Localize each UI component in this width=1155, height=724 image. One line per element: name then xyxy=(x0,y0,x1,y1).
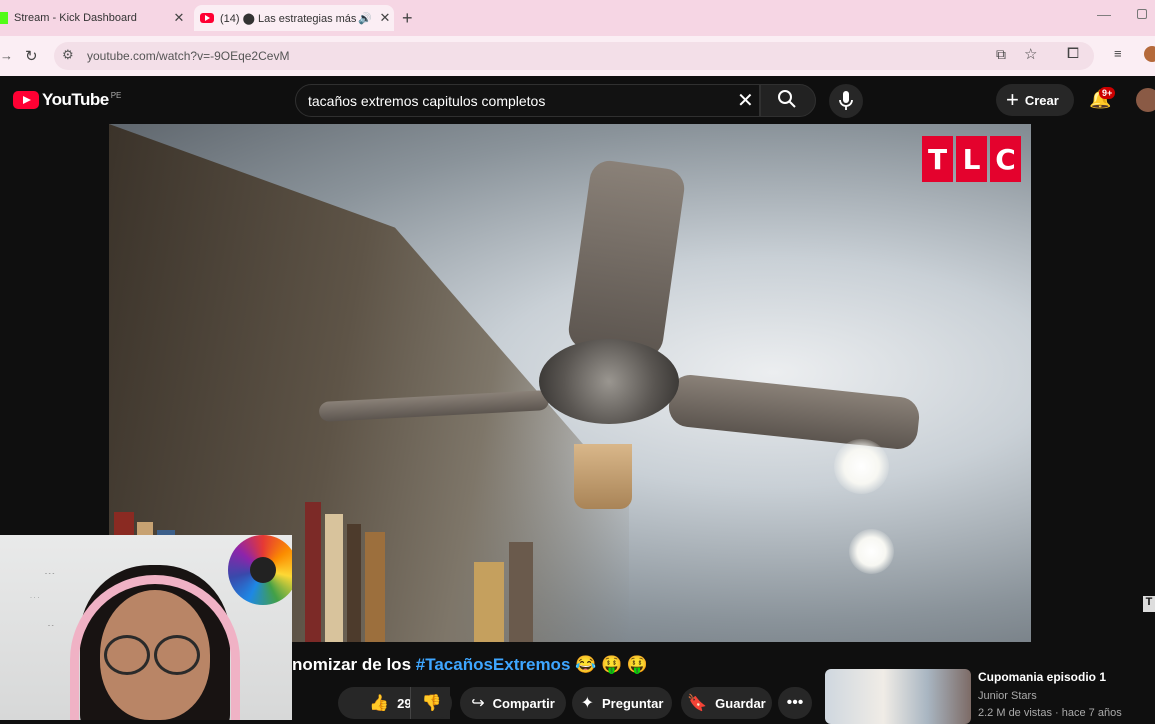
ask-label: Preguntar xyxy=(602,695,664,711)
browser-profile-avatar[interactable] xyxy=(1144,46,1155,62)
reload-icon[interactable]: ↻ xyxy=(25,47,38,65)
video-title: nomizar de los #TacañosExtremos 😂 🤑 🤑 xyxy=(292,655,648,675)
share-icon: ↪ xyxy=(471,695,485,712)
bookmark-icon: 🔖 xyxy=(687,695,708,712)
tab-label: Stream - Kick Dashboard xyxy=(14,12,137,24)
create-label: Crear xyxy=(1024,92,1059,108)
more-icon: ••• xyxy=(786,694,804,711)
fan-hub xyxy=(539,339,679,424)
speaker-icon[interactable]: 🔊 xyxy=(358,12,372,25)
sparkle-icon: ✦ xyxy=(580,695,594,712)
tlc-letter: L xyxy=(956,136,987,182)
save-button[interactable]: 🔖 Guardar xyxy=(681,687,772,719)
recommendation-meta: 2.2 M de vistas · hace 7 años xyxy=(978,707,1122,719)
book xyxy=(305,502,321,642)
fan-blade xyxy=(666,373,922,451)
share-button[interactable]: ↪ Compartir xyxy=(460,687,566,719)
title-text: nomizar de los xyxy=(292,655,416,674)
clear-search-icon[interactable]: ✕ xyxy=(737,88,754,113)
fan-lamp xyxy=(574,444,632,509)
country-code: PE xyxy=(110,90,122,100)
extensions-icon[interactable]: ⧠ xyxy=(1067,45,1079,62)
bookmark-star-icon[interactable]: ☆ xyxy=(1024,45,1037,63)
ask-button[interactable]: ✦ Preguntar xyxy=(572,687,672,719)
notification-count-badge: 9+ xyxy=(1099,87,1116,99)
site-info-icon[interactable]: ⚙ xyxy=(62,47,74,63)
avatar[interactable] xyxy=(1136,88,1155,112)
color-wheel xyxy=(228,535,292,605)
webcam-overlay: - - - · · · - - xyxy=(0,535,292,720)
fan-blade xyxy=(566,158,687,360)
tab-kick-dashboard[interactable]: Stream - Kick Dashboard ✕ xyxy=(0,5,188,31)
media-control-icon[interactable]: ≡ xyxy=(1114,46,1122,61)
spotlight xyxy=(834,439,889,494)
tab-youtube[interactable]: (14) ⬤ Las estrategias más 🔊 ✕ xyxy=(194,5,394,31)
book xyxy=(365,532,385,642)
book xyxy=(325,514,343,642)
tlc-logo: T L C xyxy=(922,136,1021,182)
recommendation-channel[interactable]: Junior Stars xyxy=(978,690,1037,702)
share-label: Compartir xyxy=(492,695,555,711)
thumbs-up-icon: 👍 xyxy=(369,695,390,712)
search-icon[interactable] xyxy=(777,89,797,114)
tlc-letter: T xyxy=(922,136,953,182)
book xyxy=(347,524,361,642)
dislike-button[interactable]: 👎 xyxy=(410,687,452,719)
wall-note: - - - xyxy=(45,571,55,577)
back-icon[interactable]: → xyxy=(0,48,13,63)
install-app-icon[interactable]: ⧉ xyxy=(996,46,1006,63)
minimize-icon[interactable]: — xyxy=(1097,6,1111,22)
youtube-logo[interactable]: YouTube PE xyxy=(13,90,121,110)
youtube-favicon-icon xyxy=(200,13,214,23)
recommendation-thumbnail[interactable] xyxy=(825,669,971,724)
save-label: Guardar xyxy=(715,695,766,711)
more-actions-button[interactable]: ••• xyxy=(778,687,812,719)
create-button[interactable]: + Crear xyxy=(996,84,1074,116)
microphone-icon[interactable] xyxy=(838,90,854,112)
plus-icon: + xyxy=(1006,87,1019,112)
recommendation-title[interactable]: Cupomania episodio 1 xyxy=(978,670,1106,684)
logo-text: YouTube xyxy=(42,90,109,109)
book xyxy=(509,542,533,642)
close-icon[interactable]: ✕ xyxy=(170,10,188,26)
tlc-letter: C xyxy=(990,136,1021,182)
title-emojis: 😂 🤑 🤑 xyxy=(575,655,649,674)
youtube-play-icon xyxy=(13,91,39,109)
tab-label: (14) ⬤ Las estrategias más xyxy=(220,12,357,25)
wall-note: · · · xyxy=(30,595,40,601)
thumbs-down-icon: 👎 xyxy=(421,695,442,712)
title-hashtag[interactable]: #TacañosExtremos xyxy=(416,655,571,674)
close-icon[interactable]: ✕ xyxy=(376,10,394,26)
maximize-icon[interactable] xyxy=(1137,9,1147,19)
search-query-text[interactable]: tacaños extremos capitulos completos xyxy=(308,93,545,109)
side-panel-toggle[interactable]: T xyxy=(1143,596,1155,612)
url-text[interactable]: youtube.com/watch?v=-9OEqe2CevM xyxy=(87,49,289,63)
kick-favicon-icon xyxy=(0,12,8,24)
new-tab-button[interactable]: + xyxy=(402,8,413,29)
wall-note: - - xyxy=(48,623,54,629)
spotlight xyxy=(849,529,894,574)
book xyxy=(474,562,504,642)
